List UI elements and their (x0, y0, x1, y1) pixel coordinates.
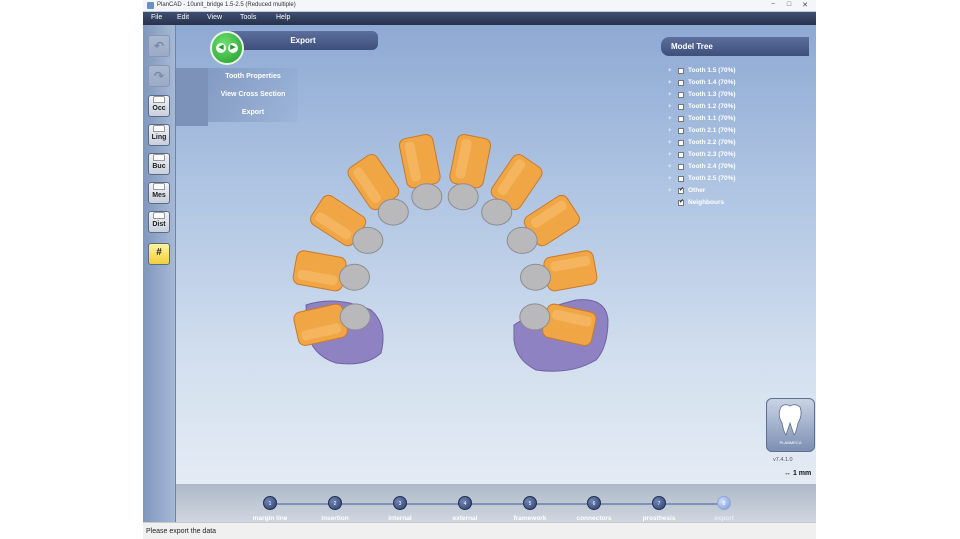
workflow-step-framework[interactable]: 5 (523, 496, 537, 510)
scale-icon: ↔ (784, 470, 791, 477)
tooth-icon (153, 212, 165, 219)
window-title: PlanCAD - 10unit_bridge 1.5-2.5 (Reduced… (157, 2, 296, 8)
workflow-step-connectors[interactable]: 6 (587, 496, 601, 510)
app-window: PlanCAD - 10unit_bridge 1.5-2.5 (Reduced… (143, 0, 816, 539)
menu-edit[interactable]: Edit (177, 14, 189, 21)
framework-coping-7[interactable] (481, 198, 513, 226)
close-icon[interactable]: ✕ (799, 1, 811, 9)
menu-view[interactable]: View (207, 14, 222, 21)
workflow-step-insertion[interactable]: 2 (328, 496, 342, 510)
3d-viewport[interactable]: Tooth Properties View Cross Section Expo… (176, 25, 816, 484)
workflow-step-internal[interactable]: 3 (393, 496, 407, 510)
tooth-logo-icon (778, 404, 802, 436)
left-toolbar: ↶ ↷ Occ Ling Buc Mes Dist # (143, 25, 176, 522)
brand-name: PLANMECA (779, 440, 802, 445)
workflow-step-label: framework (513, 515, 547, 522)
undo-icon: ↶ (153, 39, 165, 53)
redo-button[interactable]: ↷ (148, 65, 170, 87)
crown-9[interactable] (543, 250, 598, 292)
maximize-icon[interactable]: □ (783, 1, 795, 8)
redo-icon: ↷ (153, 69, 165, 83)
app-icon (147, 2, 154, 9)
scale-label: 1 mm (792, 470, 812, 477)
dental-bridge-model[interactable] (176, 25, 816, 484)
workflow-step-label: export (714, 515, 734, 522)
buccal-label: Buc (152, 163, 166, 170)
workflow-step-label: prosthesis (642, 515, 676, 522)
tooth-numbering-button[interactable]: # (148, 243, 170, 265)
menu-help[interactable]: Help (276, 14, 290, 21)
occlusal-label: Occ (152, 105, 166, 112)
mesial-label: Mes (152, 192, 166, 199)
workflow-step-prosthesis[interactable]: 7 (652, 496, 666, 510)
workflow-step-label: external (452, 515, 478, 522)
planmeca-logo: PLANMECA (766, 398, 815, 452)
workflow-bar: 1 margin line 2 insertion 3 internal 4 external… (176, 484, 816, 522)
status-bar: Please export the data (143, 522, 816, 539)
hash-label: # (156, 247, 162, 258)
framework-coping-6[interactable] (447, 183, 479, 211)
workflow-step-margin-line[interactable]: 1 (263, 496, 277, 510)
undo-button[interactable]: ↶ (148, 35, 170, 57)
menu-tools[interactable]: Tools (240, 14, 256, 21)
workflow-step-label: connectors (576, 515, 612, 522)
framework-coping-9[interactable] (520, 263, 551, 291)
tooth-icon (153, 96, 165, 103)
crown-2[interactable] (292, 250, 347, 292)
framework-coping-3[interactable] (352, 226, 384, 254)
workflow-step-export[interactable]: 8 (717, 496, 731, 510)
workflow-step-label: internal (388, 515, 412, 522)
occlusal-view-button[interactable]: Occ (148, 95, 170, 117)
tooth-icon (153, 125, 165, 132)
framework-coping-5[interactable] (411, 183, 443, 211)
distal-view-button[interactable]: Dist (148, 211, 170, 233)
framework-coping-10[interactable] (519, 303, 551, 331)
framework-coping-1[interactable] (339, 303, 371, 331)
menu-file[interactable]: File (151, 14, 162, 21)
framework-coping-8[interactable] (506, 226, 538, 254)
framework-coping-4[interactable] (377, 198, 409, 226)
crown-5[interactable] (398, 133, 441, 189)
scale-indicator: ↔ 1 mm (784, 470, 811, 477)
framework-coping-2[interactable] (339, 263, 370, 291)
mesial-view-button[interactable]: Mes (148, 182, 170, 204)
tooth-icon (153, 154, 165, 161)
crown-6[interactable] (449, 133, 492, 189)
buccal-view-button[interactable]: Buc (148, 153, 170, 175)
lingual-view-button[interactable]: Ling (148, 124, 170, 146)
workflow-step-external[interactable]: 4 (458, 496, 472, 510)
lingual-label: Ling (151, 134, 167, 141)
title-bar: PlanCAD - 10unit_bridge 1.5-2.5 (Reduced… (143, 0, 816, 12)
workflow-step-label: insertion (321, 515, 349, 522)
status-text: Please export the data (146, 528, 217, 535)
minimize-icon[interactable]: − (767, 1, 779, 8)
distal-label: Dist (152, 221, 166, 228)
version-label: v7.4.1.0 (773, 457, 793, 463)
menu-bar: File Edit View Tools Help (143, 12, 816, 25)
tooth-icon (153, 183, 165, 190)
workflow-step-label: margin line (252, 515, 288, 522)
